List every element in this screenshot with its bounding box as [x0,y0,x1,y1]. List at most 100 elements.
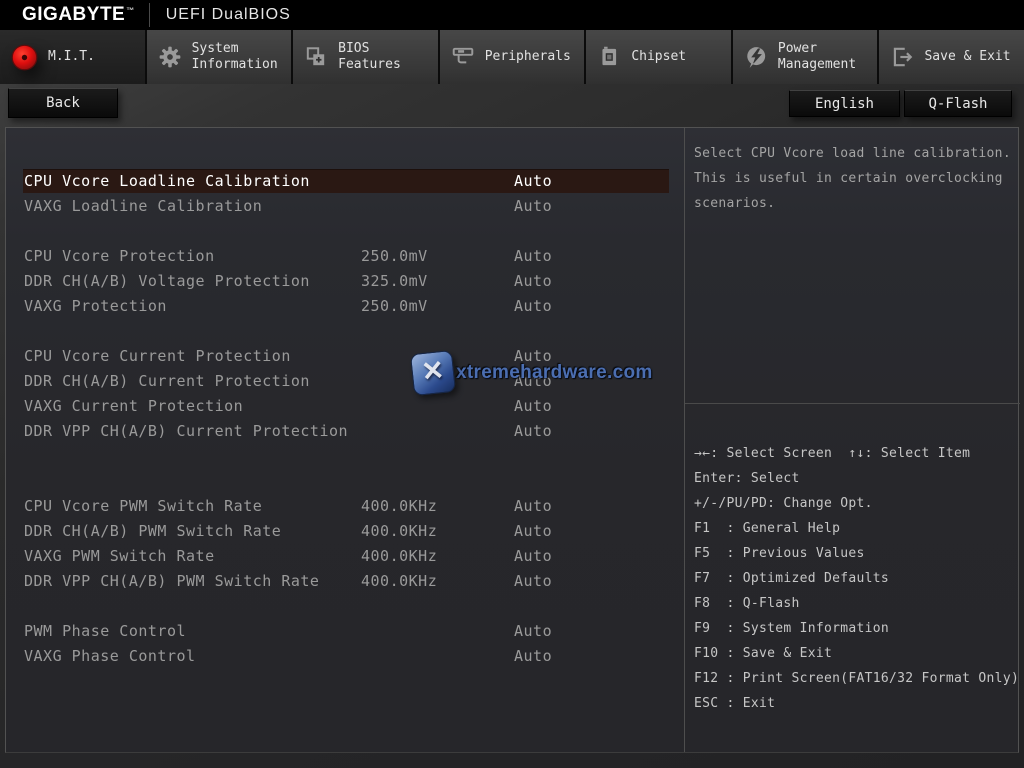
tab-label: SystemInformation [192,41,278,73]
trademark-symbol: ™ [126,6,135,15]
tab-label: PowerManagement [778,41,856,73]
bios-features-icon [304,45,328,69]
tab-system-information[interactable]: SystemInformation [147,30,292,84]
setting-label: CPU Vcore Current Protection [24,347,291,365]
language-button[interactable]: English [789,90,900,117]
setting-option-value: Auto [514,572,552,590]
tab-label-line: BIOS [338,41,401,57]
tab-save-exit[interactable]: Save & Exit [879,30,1024,84]
legend-line: Enter: Select [694,466,1020,491]
row-spacer [6,594,684,619]
setting-label: DDR CH(A/B) Voltage Protection [24,272,310,290]
setting-option-value: Auto [514,622,552,640]
mit-red-dot-icon [11,44,38,71]
chipset-icon [597,45,621,69]
setting-label: VAXG PWM Switch Rate [24,547,215,565]
legend-line: F10 : Save & Exit [694,641,1020,666]
setting-row[interactable]: PWM Phase Control Auto [6,619,684,644]
watermark-text: xtremehardware.com [456,362,653,384]
setting-label: VAXG Current Protection [24,397,243,415]
tab-label: BIOSFeatures [338,41,401,73]
tab-label: Peripherals [485,49,571,65]
setting-label: CPU Vcore Loadline Calibration [24,172,310,190]
setting-option-value: Auto [514,247,552,265]
firmware-title: UEFI DualBIOS [166,6,291,24]
setting-row[interactable]: DDR VPP CH(A/B) PWM Switch Rate400.0KHzA… [6,569,684,594]
setting-option-value: Auto [514,197,552,215]
help-text-line: This is useful in certain overclocking [694,166,1014,191]
settings-list: CPU Vcore Loadline CalibrationAutoVAXG L… [6,128,684,752]
gigabyte-logo: GIGABYTE™ [22,4,135,26]
top-bar: GIGABYTE™ UEFI DualBIOS [0,0,1024,30]
tab-label: Chipset [631,49,686,65]
setting-label: DDR VPP CH(A/B) Current Protection [24,422,348,440]
tab-bar: M.I.T. SystemInformation BIOSFeatures Perip… [0,30,1024,84]
tab-chipset[interactable]: Chipset [586,30,731,84]
setting-label: VAXG Loadline Calibration [24,197,262,215]
right-panel: Select CPU Vcore load line calibration.T… [684,128,1020,752]
qflash-button[interactable]: Q-Flash [904,90,1012,117]
setting-label: VAXG Protection [24,297,167,315]
setting-label: DDR VPP CH(A/B) PWM Switch Rate [24,572,319,590]
tab-label-line: Chipset [631,49,686,65]
setting-option-value: Auto [514,647,552,665]
legend-line: F5 : Previous Values [694,541,1020,566]
watermark-x-icon: ✕ [410,350,456,396]
setting-option-value: Auto [514,497,552,515]
row-spacer [6,444,684,469]
tab-bios-features[interactable]: BIOSFeatures [293,30,438,84]
topbar-divider [149,3,150,27]
tab-label-line: Features [338,57,401,73]
tab-label-line: Power [778,41,856,57]
tab-power-management[interactable]: PowerManagement [733,30,878,84]
setting-row[interactable]: CPU Vcore Loadline Calibration Auto [6,169,684,194]
legend-line: F9 : System Information [694,616,1020,641]
setting-option-value: Auto [514,422,552,440]
setting-option-value: Auto [514,172,552,190]
setting-label: CPU Vcore PWM Switch Rate [24,497,262,515]
setting-label: PWM Phase Control [24,622,186,640]
legend-line: F12 : Print Screen(FAT16/32 Format Only) [694,666,1020,691]
back-button[interactable]: Back [8,88,118,118]
row-spacer [6,469,684,494]
setting-option-value: Auto [514,522,552,540]
setting-row[interactable]: VAXG Phase Control Auto [6,644,684,669]
setting-option-value: Auto [514,297,552,315]
tab-label: Save & Exit [924,49,1010,65]
gear-icon [158,45,182,69]
legend-line: ESC : Exit [694,691,1020,716]
setting-label: DDR CH(A/B) PWM Switch Rate [24,522,281,540]
setting-row[interactable]: VAXG Protection 250.0mV Auto [6,294,684,319]
setting-measured-value: 250.0mV [361,247,428,265]
tab-peripherals[interactable]: Peripherals [440,30,585,84]
setting-row[interactable]: DDR CH(A/B) PWM Switch Rate 400.0KHz Auto [6,519,684,544]
setting-option-value: Auto [514,397,552,415]
setting-measured-value: 400.0KHz [361,497,437,515]
setting-row[interactable]: VAXG Current Protection Auto [6,394,684,419]
setting-row[interactable]: CPU Vcore PWM Switch Rate 400.0KHz Auto [6,494,684,519]
setting-measured-value: 250.0mV [361,297,428,315]
tab-label-line: M.I.T. [48,49,95,65]
tab-label: M.I.T. [48,49,95,65]
setting-row[interactable]: DDR VPP CH(A/B) Current Protection Auto [6,419,684,444]
legend-line: F8 : Q-Flash [694,591,1020,616]
setting-option-value: Auto [514,547,552,565]
row-spacer [6,219,684,244]
watermark: ✕ xtremehardware.com [412,352,653,394]
setting-measured-value: 400.0KHz [361,547,437,565]
setting-label: VAXG Phase Control [24,647,196,665]
legend-line: F7 : Optimized Defaults [694,566,1020,591]
peripherals-icon [451,45,475,69]
tab-label-line: Save & Exit [924,49,1010,65]
setting-row[interactable]: VAXG PWM Switch Rate 400.0KHz Auto [6,544,684,569]
setting-row[interactable]: VAXG Loadline Calibration Auto [6,194,684,219]
setting-measured-value: 400.0KHz [361,522,437,540]
row-spacer [6,319,684,344]
setting-measured-value: 325.0mV [361,272,428,290]
help-text-line: scenarios. [694,191,1014,216]
setting-row[interactable]: DDR CH(A/B) Voltage Protection325.0mVAut… [6,269,684,294]
tab-mit[interactable]: M.I.T. [0,30,145,84]
save-exit-icon [890,45,914,69]
setting-row[interactable]: CPU Vcore Protection250.0mVAuto [6,244,684,269]
legend-line: →←: Select Screen ↑↓: Select Item [694,441,1020,466]
